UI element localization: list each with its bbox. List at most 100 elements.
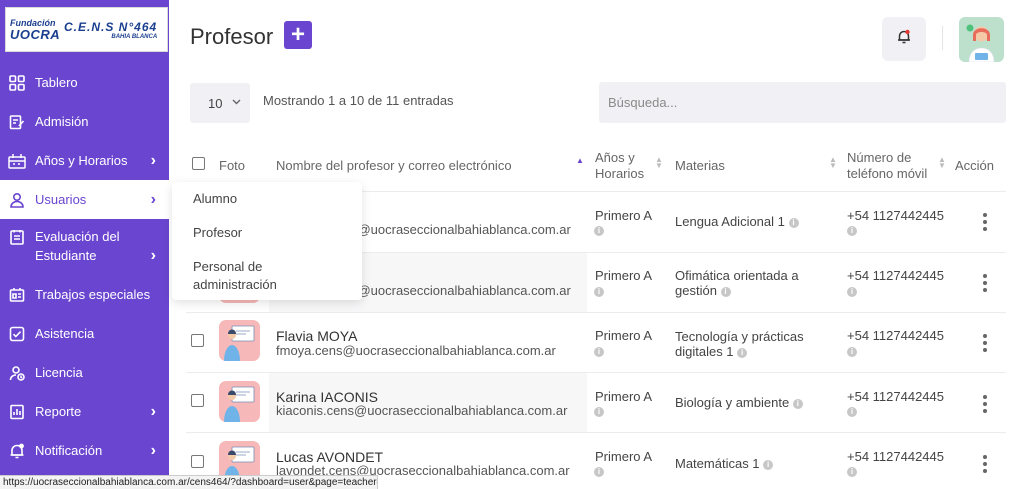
sort-icon[interactable]: ▲ ▼ — [938, 156, 946, 170]
info-icon[interactable]: i — [847, 343, 857, 361]
sidebar-item-label: Usuarios — [35, 192, 87, 207]
phone-cell: +54 1127442445 — [847, 328, 944, 343]
sidebar: Fundación UOCRA C.E.N.S N°464 BAHIA BLAN… — [0, 0, 169, 489]
info-icon[interactable]: i — [763, 459, 774, 470]
year-cell: Primero A — [595, 328, 653, 343]
row-actions-menu-icon[interactable] — [982, 274, 988, 292]
notifications-button[interactable] — [882, 17, 926, 61]
info-icon[interactable]: i — [847, 222, 857, 240]
row-actions-menu-icon[interactable] — [982, 334, 988, 352]
row-actions-menu-icon[interactable] — [982, 213, 988, 231]
page-title: Profesor — [190, 24, 274, 49]
submenu-item-personal-administracion[interactable]: Personal de administración — [172, 258, 292, 294]
row-divider — [186, 312, 1006, 313]
info-icon[interactable]: i — [720, 286, 731, 297]
column-header-subjects[interactable]: Materias — [675, 158, 725, 174]
sidebar-item-label: Tablero — [35, 75, 78, 90]
dashboard-icon — [8, 74, 26, 92]
phone-cell: +54 1127442445 — [847, 389, 944, 404]
subject-cell: Ofimática orientada a gestión i — [675, 268, 799, 298]
teacher-email: fmoya.cens@uocraseccionalbahiablanca.com… — [276, 343, 556, 358]
year-cell: Primero A — [595, 208, 653, 223]
entries-info: Mostrando 1 a 10 de 11 entradas — [263, 93, 454, 108]
info-icon[interactable]: i — [788, 217, 799, 228]
submenu-item-alumno[interactable]: Alumno — [172, 190, 362, 208]
page-size-select[interactable]: 10 — [190, 83, 250, 123]
sidebar-item-reporte[interactable]: Reporte › — [0, 392, 169, 431]
sidebar-item-evaluacion[interactable]: Evaluación del Estudiante › — [0, 219, 169, 275]
add-teacher-button[interactable]: + — [284, 21, 312, 49]
schedule-icon — [8, 152, 26, 170]
phone-cell: +54 1127442445 — [847, 208, 944, 223]
year-cell: Primero A — [595, 268, 653, 283]
row-actions-menu-icon[interactable] — [982, 455, 988, 473]
chevron-right-icon: › — [150, 151, 156, 169]
column-header-phone[interactable]: Número de teléfono móvil — [847, 150, 942, 182]
teacher-photo — [219, 320, 260, 361]
sidebar-item-label: Admisión — [35, 114, 89, 129]
evaluation-icon — [8, 228, 26, 246]
logo-city-text: BAHIA BLANCA — [111, 33, 158, 40]
info-icon[interactable]: i — [792, 398, 803, 409]
sort-icon[interactable]: ▲ ▼ — [655, 156, 663, 170]
row-checkbox[interactable] — [191, 394, 204, 407]
chevron-right-icon: › — [150, 402, 156, 420]
submenu-item-profesor[interactable]: Profesor — [172, 224, 362, 242]
info-icon[interactable]: i — [594, 343, 604, 361]
subject-cell: Matemáticas 1 i — [675, 456, 774, 471]
cens-logo: C.E.N.S N°464 BAHIA BLANCA — [64, 20, 157, 40]
year-cell: Primero A — [595, 389, 653, 404]
info-icon[interactable]: i — [594, 403, 604, 421]
select-all-checkbox[interactable] — [192, 157, 205, 170]
notification-icon — [8, 442, 26, 460]
column-header-photo: Foto — [219, 158, 246, 173]
year-cell: Primero A — [595, 449, 653, 464]
sidebar-item-usuarios[interactable]: Usuarios › — [0, 180, 169, 219]
logo-uocra-text: UOCRA — [10, 26, 61, 42]
sidebar-item-label: Reporte — [35, 404, 82, 419]
row-checkbox[interactable] — [191, 334, 204, 347]
chevron-right-icon: › — [150, 441, 156, 459]
sort-icon[interactable]: ▲ ▼ — [829, 156, 837, 170]
sidebar-item-anos-horarios[interactable]: Años y Horarios › — [0, 141, 169, 180]
teacher-email: cens@uocraseccionalbahiablanca.com.ar — [330, 222, 571, 237]
sort-ascending-icon[interactable]: ▲ — [576, 157, 584, 165]
report-icon — [8, 403, 26, 421]
sidebar-item-tablero[interactable]: Tablero — [0, 63, 169, 102]
sidebar-item-label: Evaluación del Estudiante — [35, 229, 120, 263]
subject-cell: Tecnología y prácticas digitales 1 i — [675, 329, 804, 359]
row-checkbox[interactable] — [191, 455, 204, 468]
info-icon[interactable]: i — [737, 347, 748, 358]
sidebar-item-admision[interactable]: Admisión — [0, 102, 169, 141]
sidebar-item-label: Notificación — [35, 443, 103, 458]
chevron-right-icon: › — [150, 247, 156, 264]
subject-cell: Lengua Adicional 1 i — [675, 214, 799, 229]
attendance-icon — [8, 325, 26, 343]
sidebar-item-asistencia[interactable]: Asistencia — [0, 314, 169, 353]
column-header-years[interactable]: Años y Horarios — [595, 150, 657, 182]
sidebar-item-notificacion[interactable]: Notificación › — [0, 431, 169, 470]
info-icon[interactable]: i — [594, 283, 604, 301]
column-header-name[interactable]: Nombre del profesor y correo electrónico — [276, 158, 512, 174]
info-icon[interactable]: i — [594, 222, 604, 240]
user-avatar[interactable] — [959, 17, 1004, 62]
sidebar-item-licencia[interactable]: Licencia — [0, 353, 169, 392]
sidebar-item-label: Años y Horarios — [35, 153, 128, 168]
sidebar-item-label: Licencia — [35, 365, 83, 380]
teacher-email: kiaconis.cens@uocraseccionalbahiablanca.… — [276, 403, 568, 418]
info-icon[interactable]: i — [594, 463, 604, 481]
search-input[interactable] — [599, 82, 1006, 123]
logo-cens-text: C.E.N.S N°464 — [64, 19, 158, 34]
row-actions-menu-icon[interactable] — [982, 395, 988, 413]
chevron-down-icon — [232, 97, 241, 108]
bell-icon — [896, 28, 912, 50]
teacher-name: Flavia MOYA — [276, 328, 358, 344]
users-submenu: Alumno Profesor Personal de administraci… — [172, 182, 362, 300]
special-works-icon — [8, 286, 26, 304]
info-icon[interactable]: i — [847, 463, 857, 481]
info-icon[interactable]: i — [847, 283, 857, 301]
school-logo[interactable]: Fundación UOCRA C.E.N.S N°464 BAHIA BLAN… — [5, 7, 168, 52]
sidebar-item-trabajos-especiales[interactable]: Trabajos especiales — [0, 275, 169, 314]
column-header-action: Acción — [955, 158, 995, 173]
info-icon[interactable]: i — [847, 403, 857, 421]
